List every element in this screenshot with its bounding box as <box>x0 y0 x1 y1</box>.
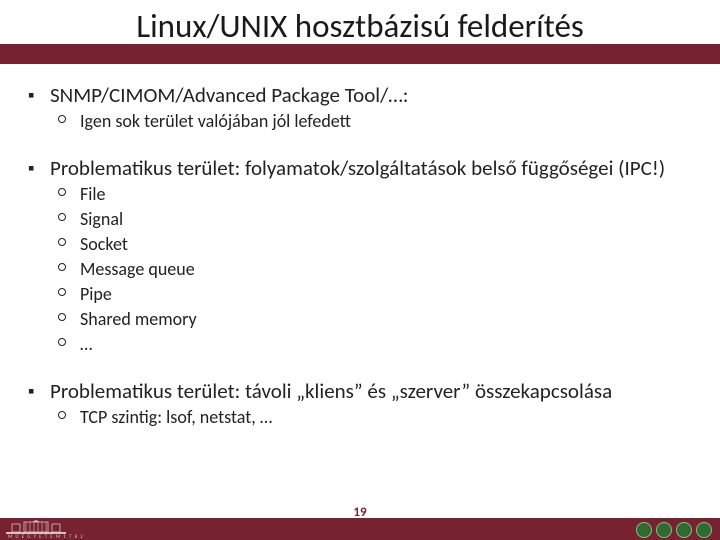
bullet-text: File <box>80 183 106 206</box>
bullet-level2: Message queue <box>58 258 692 281</box>
slide-body: ▪ SNMP/CIMOM/Advanced Package Tool/…: Ig… <box>0 64 720 429</box>
bullet-text: Shared memory <box>80 308 197 331</box>
slide-title: Linux/UNIX hosztbázisú felderítés <box>0 6 720 46</box>
square-bullet-icon: ▪ <box>28 155 50 181</box>
bullet-text: Problematikus terület: folyamatok/szolgá… <box>50 155 665 181</box>
circle-bullet-icon <box>58 406 80 429</box>
footer-caption: M Ű E G Y E T E M 1 7 8 2 <box>8 534 84 540</box>
cc-badge-icon <box>636 522 652 538</box>
bullet-text: SNMP/CIMOM/Advanced Package Tool/…: <box>50 82 408 108</box>
bullet-level2: TCP szintig: lsof, netstat, … <box>58 406 692 429</box>
spacer <box>28 135 692 147</box>
bullet-level2: … <box>58 333 692 356</box>
cc-badge-icon <box>676 522 692 538</box>
bullet-text: Problematikus terület: távoli „kliens” é… <box>50 378 612 404</box>
square-bullet-icon: ▪ <box>28 82 50 108</box>
bullet-level2: Shared memory <box>58 308 692 331</box>
circle-bullet-icon <box>58 233 80 256</box>
bullet-text: Igen sok terület valójában jól lefedett <box>80 110 351 133</box>
circle-bullet-icon <box>58 333 80 356</box>
circle-bullet-icon <box>58 183 80 206</box>
bullet-text: Pipe <box>80 283 112 306</box>
bullet-text: … <box>80 333 92 356</box>
bullet-level1: ▪ Problematikus terület: folyamatok/szol… <box>28 155 692 181</box>
bullet-text: Signal <box>80 208 123 231</box>
bullet-level2: Signal <box>58 208 692 231</box>
bullet-level2: Pipe <box>58 283 692 306</box>
cc-badge-icon <box>696 522 712 538</box>
circle-bullet-icon <box>58 110 80 133</box>
spacer <box>28 358 692 370</box>
title-bar: Linux/UNIX hosztbázisú felderítés <box>0 0 720 64</box>
bullet-level1: ▪ Problematikus terület: távoli „kliens”… <box>28 378 692 404</box>
bullet-level2: Igen sok terület valójában jól lefedett <box>58 110 692 133</box>
bullet-text: Message queue <box>80 258 195 281</box>
bullet-level2: File <box>58 183 692 206</box>
bullet-text: Socket <box>80 233 128 256</box>
circle-bullet-icon <box>58 283 80 306</box>
footer-bar: M Ű E G Y E T E M 1 7 8 2 <box>0 518 720 540</box>
circle-bullet-icon <box>58 258 80 281</box>
circle-bullet-icon <box>58 208 80 231</box>
bullet-level1: ▪ SNMP/CIMOM/Advanced Package Tool/…: <box>28 82 692 108</box>
bullet-text: TCP szintig: lsof, netstat, … <box>80 406 272 429</box>
circle-bullet-icon <box>58 308 80 331</box>
license-badges <box>636 522 712 538</box>
square-bullet-icon: ▪ <box>28 378 50 404</box>
slide: Linux/UNIX hosztbázisú felderítés ▪ SNMP… <box>0 0 720 540</box>
cc-badge-icon <box>656 522 672 538</box>
bullet-level2: Socket <box>58 233 692 256</box>
title-underline <box>0 44 720 64</box>
